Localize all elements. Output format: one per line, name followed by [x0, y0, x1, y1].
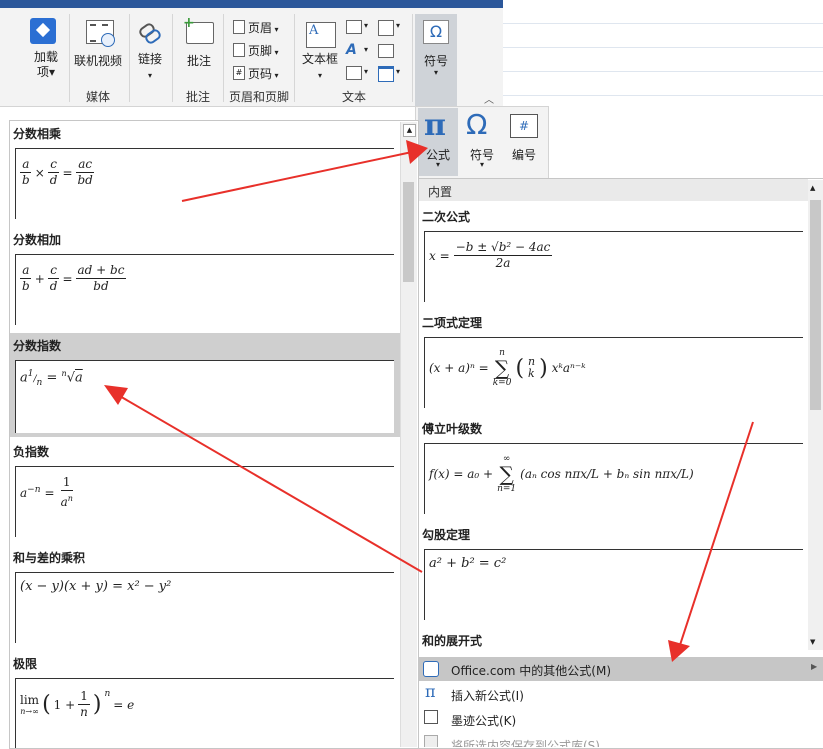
arrow-to-office-more — [679, 421, 754, 646]
arrow-to-fraction-exponent — [117, 394, 423, 573]
arrowhead — [104, 385, 128, 405]
arrowhead — [668, 640, 690, 662]
arrowhead — [406, 140, 428, 164]
annotation-arrows — [104, 140, 754, 662]
arrow-to-equation — [181, 151, 413, 202]
